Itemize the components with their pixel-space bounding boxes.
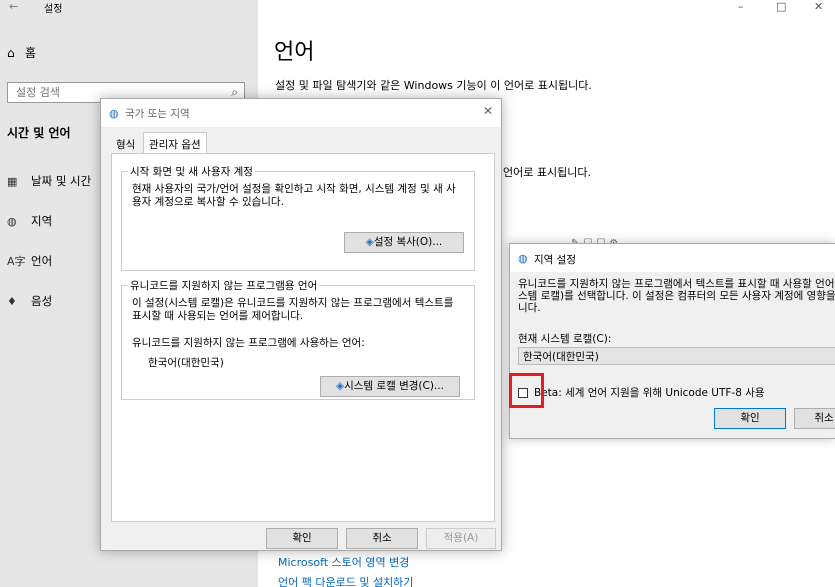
locale-description: 유니코드를 지원하지 않는 프로그램에서 텍스트를 표시할 때 사용할 언어 스… <box>518 278 835 314</box>
locale-ok-button[interactable]: 확인 <box>714 408 786 429</box>
close-button[interactable]: ✕ <box>814 0 823 13</box>
language-description: 언어로 표시됩니다. <box>503 166 591 179</box>
apply-button[interactable]: 적용(A) <box>426 528 496 549</box>
current-language-label: 유니코드를 지원하지 않는 프로그램에 사용하는 언어: <box>132 337 365 349</box>
globe-icon: ◍ <box>109 107 119 120</box>
group-label: 유니코드를 지원하지 않는 프로그램용 언어 <box>128 278 320 293</box>
change-system-locale-button[interactable]: ◈시스템 로캘 변경(C)... <box>320 376 460 397</box>
region-dialog: ◍ 국가 또는 지역 ✕ 형식 관리자 옵션 시작 화면 및 새 사용자 계정 … <box>100 98 502 551</box>
region-settings-titlebar: ◍ 지역 설정 <box>510 244 835 272</box>
page-description: 설정 및 파일 탐색기와 같은 Windows 기능이 이 언어로 표시됩니다. <box>275 79 592 92</box>
region-settings-title: 지역 설정 <box>534 254 576 266</box>
region-dialog-title: 국가 또는 지역 <box>125 108 190 120</box>
sidebar-item-label: 언어 <box>31 254 53 268</box>
ok-button[interactable]: 확인 <box>266 528 338 549</box>
sidebar-item-language[interactable]: A字 언어 <box>7 253 52 269</box>
highlight-box <box>509 373 544 408</box>
cancel-button[interactable]: 취소 <box>346 528 418 549</box>
group-label: 시작 화면 및 새 사용자 계정 <box>128 164 255 179</box>
sidebar-item-label: 음성 <box>31 294 53 308</box>
tab-format[interactable]: 형식 <box>111 135 140 153</box>
minimize-button[interactable]: – <box>738 0 744 13</box>
store-region-link[interactable]: Microsoft 스토어 영역 변경 <box>278 554 409 570</box>
group-non-unicode: 유니코드를 지원하지 않는 프로그램용 언어 이 설정(시스템 로캘)은 유니코… <box>121 278 475 400</box>
close-icon[interactable]: ✕ <box>483 104 493 118</box>
sidebar-home-label: 홈 <box>25 46 37 60</box>
locale-cancel-button[interactable]: 취소 <box>794 408 835 429</box>
maximize-button[interactable]: □ <box>776 0 786 13</box>
region-settings-dialog: ◍ 지역 설정 유니코드를 지원하지 않는 프로그램에서 텍스트를 표시할 때 … <box>509 243 835 439</box>
group-welcome-screen: 시작 화면 및 새 사용자 계정 현재 사용자의 국가/언어 설정을 확인하고 … <box>121 164 475 271</box>
tab-panel: 시작 화면 및 새 사용자 계정 현재 사용자의 국가/언어 설정을 확인하고 … <box>111 153 495 522</box>
locale-description-line: 니다. <box>518 302 541 314</box>
group-text: 현재 사용자의 국가/언어 설정을 확인하고 시작 화면, 시스템 계정 및 새… <box>132 183 456 208</box>
current-locale-select[interactable]: 한국어(대한민국) <box>518 347 835 365</box>
region-dialog-titlebar: ◍ 국가 또는 지역 ✕ <box>101 99 501 127</box>
globe-icon: ◍ <box>7 215 17 228</box>
locale-description-line: 유니코드를 지원하지 않는 프로그램에서 텍스트를 표시할 때 사용할 언어 <box>518 278 835 290</box>
sidebar-home[interactable]: ⌂ 홈 <box>7 44 36 61</box>
sidebar-item-speech[interactable]: ♦ 음성 <box>7 293 52 309</box>
current-locale-label: 현재 시스템 로캘(C): <box>518 333 612 345</box>
home-icon: ⌂ <box>7 46 15 60</box>
shield-icon: ◈ <box>336 380 345 392</box>
sidebar-item-datetime[interactable]: ▦ 날짜 및 시간 <box>7 173 91 189</box>
page-title: 언어 <box>274 40 315 65</box>
section-title: 시간 및 언어 <box>7 126 71 140</box>
sidebar-item-label: 지역 <box>31 214 53 228</box>
locale-description-line: 스템 로캘)를 선택합니다. 이 설정은 컴퓨터의 모든 사용자 계정에 영향을 <box>518 290 835 302</box>
language-pack-link[interactable]: 언어 팩 다운로드 및 설치하기 <box>278 574 413 587</box>
change-system-locale-label: 시스템 로캘 변경(C)... <box>344 380 444 392</box>
app-title: 설정 <box>44 4 63 15</box>
titlebar: ← 설정 – □ ✕ <box>0 0 835 15</box>
sidebar-item-label: 날짜 및 시간 <box>31 174 92 188</box>
copy-settings-button[interactable]: ◈설정 복사(O)... <box>344 232 464 253</box>
shield-icon: ◈ <box>365 236 374 248</box>
group-text: 이 설정(시스템 로캘)은 유니코드를 지원하지 않는 프로그램에서 텍스트를 … <box>132 297 454 322</box>
language-icon: A字 <box>7 255 26 268</box>
calendar-icon: ▦ <box>7 175 18 188</box>
copy-settings-label: 설정 복사(O)... <box>373 236 443 248</box>
tab-admin-options[interactable]: 관리자 옵션 <box>143 132 207 154</box>
microphone-icon: ♦ <box>7 295 17 308</box>
sidebar-item-region[interactable]: ◍ 지역 <box>7 213 52 229</box>
utf8-beta-label[interactable]: Beta: 세계 언어 지원을 위해 Unicode UTF-8 사용 <box>534 385 765 400</box>
back-arrow-icon[interactable]: ← <box>9 0 18 13</box>
globe-icon: ◍ <box>518 252 528 265</box>
current-language-value: 한국어(대한민국) <box>148 357 224 369</box>
